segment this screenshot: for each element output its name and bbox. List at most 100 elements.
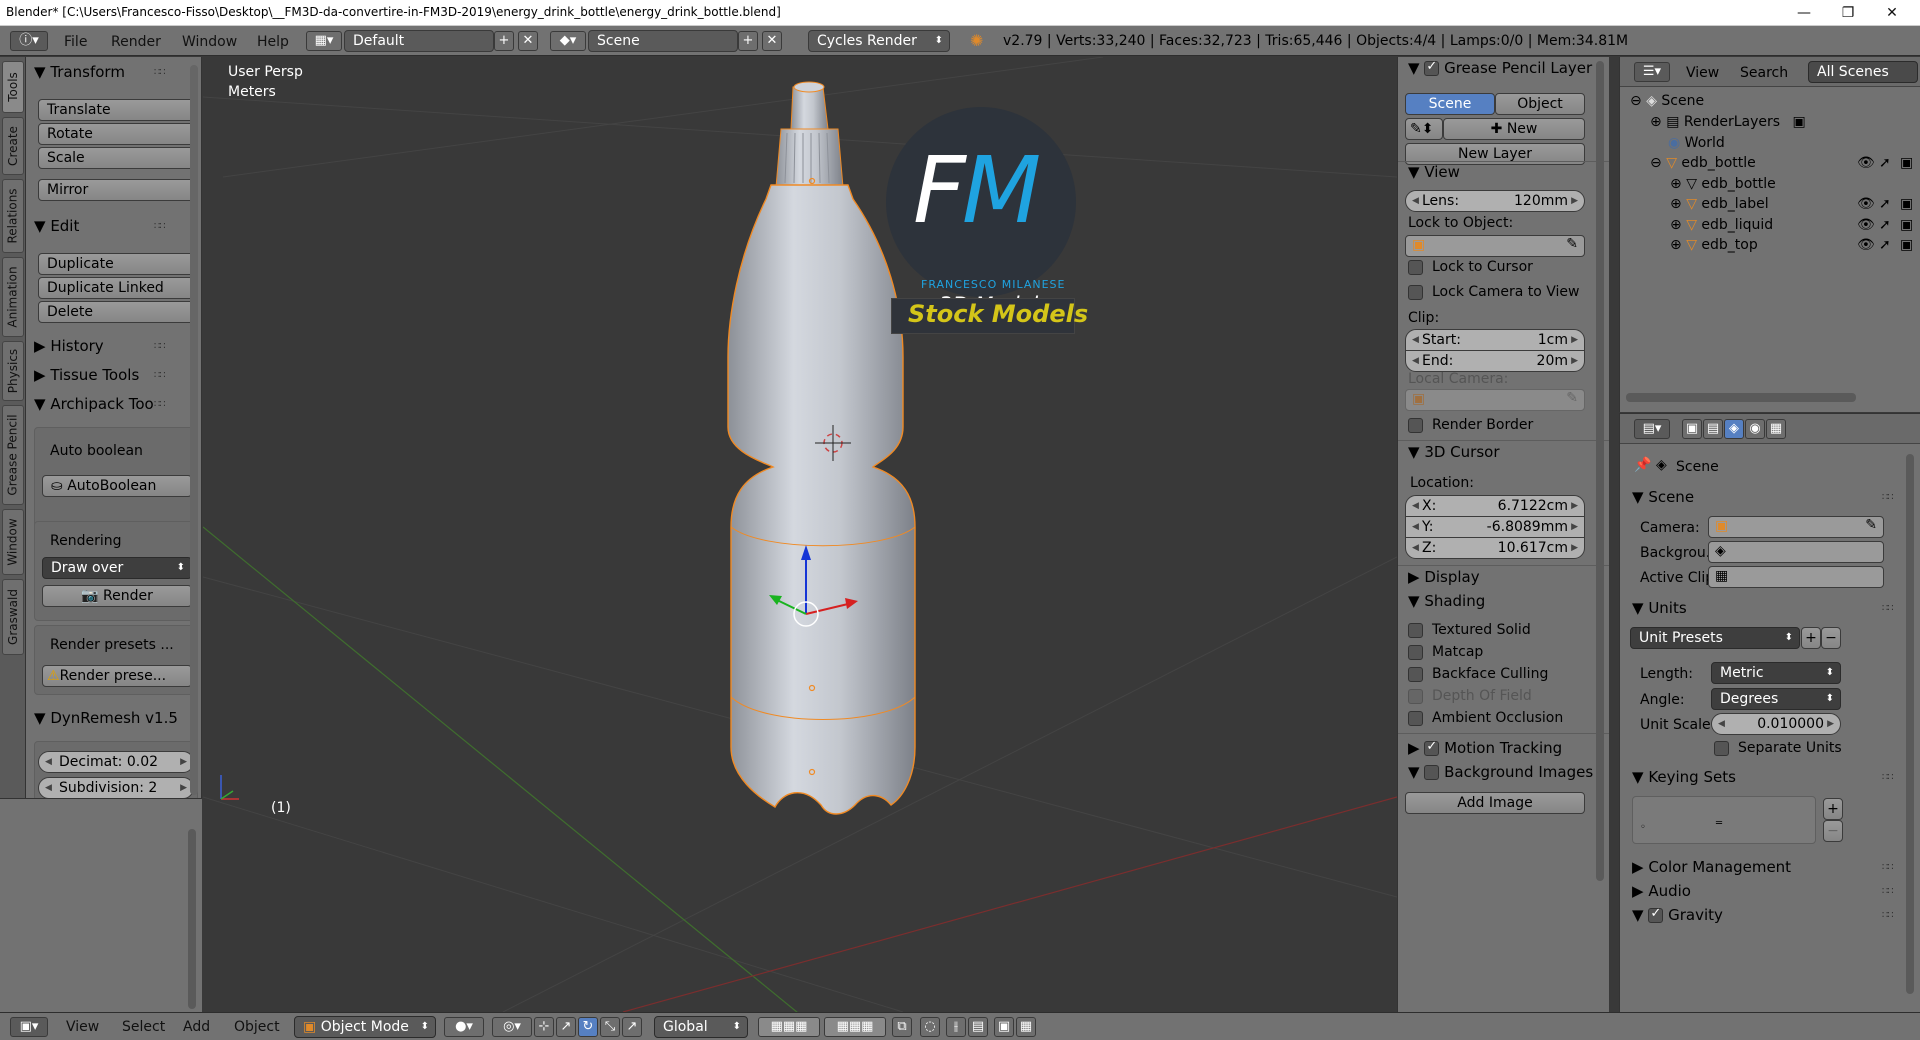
audio-header[interactable]: ▶ Audio (1632, 882, 1691, 900)
drag-grip-icon[interactable]: ∷∷ (1882, 492, 1894, 503)
tab-graswald[interactable]: Graswald (2, 579, 24, 655)
tab-grease-pencil[interactable]: Grease Pencil (2, 405, 24, 505)
properties-scrollbar[interactable] (1596, 61, 1604, 881)
remove-keying-set-icon[interactable]: − (1823, 820, 1843, 842)
backface-checkbox[interactable] (1408, 667, 1423, 682)
motion-tracking-checkbox[interactable] (1424, 739, 1440, 756)
translate-manipulator-icon[interactable]: ↗ (556, 1017, 576, 1037)
tab-window[interactable]: Window (2, 509, 24, 575)
unit-presets-dropdown[interactable]: Unit Presets ⬍ (1630, 627, 1800, 649)
drag-grip-icon[interactable]: ∷∷ (154, 221, 166, 232)
menu-add[interactable]: Add (183, 1019, 210, 1035)
gravity-header[interactable]: ▼ Gravity (1632, 906, 1723, 924)
snap-target-icon[interactable]: ▤ (968, 1017, 988, 1037)
orientation-dropdown[interactable]: Global ⬍ (654, 1016, 748, 1038)
outliner-edb-liquid-row[interactable]: ⊕ ▽ edb_liquid (1670, 217, 1773, 233)
3d-cursor-header[interactable]: ▼ 3D Cursor (1408, 443, 1499, 461)
pencil-icon[interactable]: ✎⬍ (1405, 118, 1443, 140)
select-cursor-icon[interactable]: ➚ (1879, 237, 1891, 253)
layers-grid-icon[interactable]: ▦▦▦ (758, 1017, 820, 1037)
render-camera-icon[interactable]: ▣ (1900, 237, 1913, 253)
drag-grip-icon[interactable]: ∷∷ (1882, 886, 1894, 897)
scene-dropdown[interactable]: Scene (588, 30, 738, 52)
add-preset-icon[interactable]: + (1801, 627, 1821, 649)
add-scene-icon[interactable]: + (738, 31, 758, 51)
tab-relations[interactable]: Relations (2, 179, 24, 253)
grease-pencil-header[interactable]: ▼ Grease Pencil Layer (1408, 59, 1592, 77)
outliner-view-menu[interactable]: View (1686, 65, 1719, 81)
outliner-edb-bottle-mesh-row[interactable]: ⊕ ▽ edb_bottle (1670, 176, 1776, 192)
screen-layout-icon[interactable]: ▦▾ (306, 31, 342, 51)
render-camera-icon[interactable]: ▣ (1900, 217, 1913, 233)
lock-to-cursor-checkbox[interactable] (1408, 260, 1423, 275)
manipulator-toggle-icon[interactable]: ⊹ (534, 1017, 554, 1037)
close-icon[interactable]: ✕ (1870, 0, 1914, 26)
scale-manipulator-icon[interactable]: ↗ (622, 1017, 642, 1037)
editor-type-3dview-icon[interactable]: ▣▾ (10, 1017, 48, 1037)
clip-end-field[interactable]: ◀ End: 20m ▶ (1405, 350, 1585, 372)
drag-grip-icon[interactable]: ∷∷ (154, 370, 166, 381)
pivot-point-icon[interactable]: ◎▾ (492, 1017, 532, 1037)
length-dropdown[interactable]: Metric ⬍ (1711, 662, 1841, 684)
unit-scale-field[interactable]: ◀ 0.010000 ▶ (1711, 713, 1841, 735)
background-field[interactable]: ◈ (1708, 541, 1884, 563)
panel-archipack-header[interactable]: ▼ Archipack Too (34, 395, 154, 413)
outliner-editor-icon[interactable]: ☰▾ (1634, 62, 1670, 82)
lock-layers-icon[interactable]: ⧉ (892, 1017, 912, 1037)
properties-editor-icon[interactable]: ▤▾ (1634, 419, 1670, 439)
new-button[interactable]: ✚ New (1443, 118, 1585, 140)
world-tab-icon[interactable]: ◉ (1745, 419, 1765, 439)
lock-camera-checkbox[interactable] (1408, 285, 1423, 300)
menu-help[interactable]: Help (257, 34, 289, 50)
textured-solid-checkbox[interactable] (1408, 623, 1423, 638)
editor-type-info-icon[interactable]: ⓘ▾ (10, 31, 48, 51)
rotate-button[interactable]: Rotate (38, 123, 196, 145)
drag-grip-icon[interactable]: ∷∷ (1882, 862, 1894, 873)
render-camera-icon[interactable]: ▣ (1900, 155, 1913, 171)
autoboolean-button[interactable]: ⛀ AutoBoolean (42, 475, 192, 497)
remove-preset-icon[interactable]: − (1821, 627, 1841, 649)
ao-checkbox[interactable] (1408, 711, 1423, 726)
mode-dropdown[interactable]: ▣ Object Mode ⬍ (294, 1016, 436, 1038)
menu-object[interactable]: Object (234, 1019, 280, 1035)
visibility-icon[interactable]: 👁 (1857, 196, 1875, 212)
3d-viewport[interactable]: User Persp Meters (1) FM FRANCESCO MILAN… (203, 57, 1397, 1012)
outliner-search-menu[interactable]: Search (1740, 65, 1788, 81)
outliner-world-row[interactable]: ◉ World (1668, 135, 1725, 151)
cursor-z-field[interactable]: ◀ Z: 10.617cm ▶ (1405, 537, 1585, 559)
drag-grip-icon[interactable]: ∷∷ (1882, 772, 1894, 783)
list-resize-icon[interactable]: ═ (1716, 818, 1722, 829)
scene-tab-icon[interactable]: ◈ (1724, 419, 1744, 439)
visibility-icon[interactable]: 👁 (1857, 155, 1875, 171)
active-clip-field[interactable]: ▦ (1708, 566, 1884, 588)
menu-select[interactable]: Select (122, 1019, 165, 1035)
separate-units-checkbox[interactable] (1714, 741, 1729, 756)
draw-over-dropdown[interactable]: Draw over ⬍ (42, 557, 192, 579)
panel-transform-header[interactable]: ▼ Transform (34, 63, 125, 81)
select-cursor-icon[interactable]: ➚ (1879, 155, 1891, 171)
shading-header[interactable]: ▼ Shading (1408, 592, 1485, 610)
outliner-scene-row[interactable]: ⊖ ◈ Scene (1630, 93, 1704, 109)
keying-sets-header[interactable]: ▼ Keying Sets (1632, 768, 1736, 786)
outliner-edb-label-row[interactable]: ⊕ ▽ edb_label (1670, 196, 1769, 212)
render-engine-dropdown[interactable]: Cycles Render ⬍ (808, 30, 950, 52)
gravity-checkbox[interactable] (1648, 906, 1664, 923)
mirror-button[interactable]: Mirror (38, 179, 196, 201)
color-management-header[interactable]: ▶ Color Management (1632, 858, 1791, 876)
menu-window[interactable]: Window (182, 34, 237, 50)
opengl-anim-icon[interactable]: ▦ (1016, 1017, 1036, 1037)
rotate-manipulator-icon[interactable]: ↻ (578, 1017, 598, 1037)
visibility-icon[interactable]: 👁 (1857, 217, 1875, 233)
proportional-edit-icon[interactable]: ◌ (920, 1017, 940, 1037)
properties-editor-scrollbar[interactable] (1906, 454, 1914, 994)
tab-physics[interactable]: Physics (2, 341, 24, 401)
maximize-icon[interactable]: ❐ (1826, 0, 1870, 26)
drag-grip-icon[interactable]: ∷∷ (154, 67, 166, 78)
select-cursor-icon[interactable]: ➚ (1879, 217, 1891, 233)
background-images-header[interactable]: ▼ Background Images (1408, 763, 1593, 781)
background-images-checkbox[interactable] (1424, 765, 1440, 780)
outliner-edb-top-row[interactable]: ⊕ ▽ edb_top (1670, 237, 1758, 253)
viewport-shading-icon[interactable]: ●▾ (444, 1017, 484, 1037)
panel-edit-header[interactable]: ▼ Edit (34, 217, 79, 235)
menu-view[interactable]: View (66, 1019, 99, 1035)
